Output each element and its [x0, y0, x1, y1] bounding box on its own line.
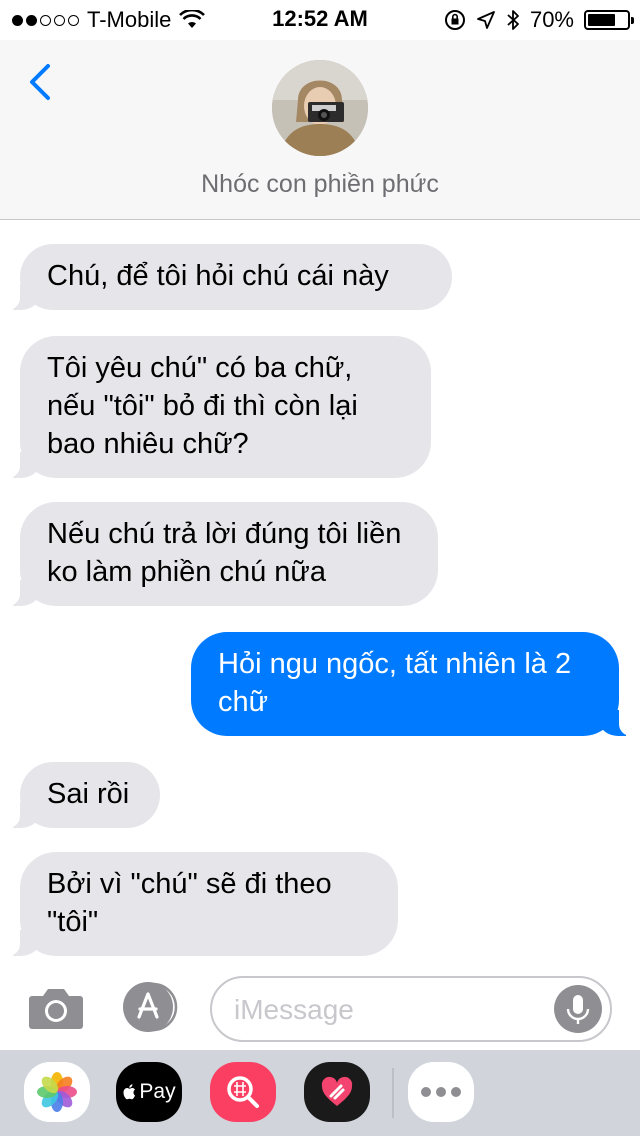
- microphone-icon: [566, 995, 590, 1024]
- input-placeholder: iMessage: [234, 994, 354, 1025]
- more-apps-icon[interactable]: [408, 1062, 474, 1122]
- message-text: Chú, để tôi hỏi chú cái này: [47, 260, 389, 292]
- apple-pay-label: Pay: [139, 1080, 176, 1103]
- photos-app-icon[interactable]: [24, 1062, 90, 1122]
- status-bar: T-Mobile 12:52 AM 70%: [0, 0, 640, 40]
- drawer-divider: [392, 1068, 394, 1118]
- digital-touch-app-icon[interactable]: [304, 1062, 370, 1122]
- search-images-app-icon[interactable]: [210, 1062, 276, 1122]
- camera-icon: [29, 989, 83, 1029]
- app-drawer: Pay: [0, 1050, 640, 1136]
- back-button[interactable]: [24, 60, 64, 104]
- battery-percent: 70%: [529, 7, 574, 32]
- app-store-icon: [123, 982, 178, 1032]
- message-bubble-incoming[interactable]: Chú, để tôi hỏi chú cái này: [6, 244, 452, 310]
- message-text: Tôi yêu chú" có ba chữ, nếu "tôi" bỏ đi …: [47, 352, 358, 460]
- message-bubble-incoming[interactable]: Bởi vì "chú" sẽ đi theo "tôi": [6, 852, 398, 956]
- app-store-button[interactable]: [120, 982, 180, 1032]
- message-text: Hỏi ngu ngốc, tất nhiên là 2 chữ: [218, 648, 572, 718]
- apple-pay-app-icon[interactable]: Pay: [116, 1062, 182, 1122]
- message-bubble-incoming[interactable]: Sai rồi: [6, 762, 160, 828]
- message-bubble-outgoing[interactable]: Hỏi ngu ngốc, tất nhiên là 2 chữ: [191, 632, 633, 736]
- message-text: Nếu chú trả lời đúng tôi liền ko làm phi…: [47, 518, 402, 588]
- imessage-input[interactable]: iMessage: [210, 976, 612, 1042]
- microphone-button[interactable]: [554, 985, 602, 1033]
- message-text: Bởi vì "chú" sẽ đi theo "tôi": [47, 868, 332, 938]
- contact-avatar[interactable]: [272, 60, 368, 156]
- orientation-lock-icon: [444, 10, 465, 30]
- chevron-left-icon: [30, 64, 50, 100]
- status-right: 70%: [444, 7, 634, 33]
- camera-button[interactable]: [28, 984, 84, 1030]
- message-composer: iMessage: [0, 962, 640, 1050]
- location-arrow-icon: [477, 11, 495, 29]
- contact-name[interactable]: Nhóc con phiền phức: [0, 170, 640, 199]
- message-bubble-incoming[interactable]: Nếu chú trả lời đúng tôi liền ko làm phi…: [6, 502, 438, 606]
- bluetooth-icon: [507, 10, 519, 30]
- conversation-header: Nhóc con phiền phức: [0, 40, 640, 220]
- message-text: Sai rồi: [47, 778, 130, 810]
- message-bubble-incoming[interactable]: Tôi yêu chú" có ba chữ, nếu "tôi" bỏ đi …: [6, 336, 431, 478]
- battery-icon: [584, 10, 634, 30]
